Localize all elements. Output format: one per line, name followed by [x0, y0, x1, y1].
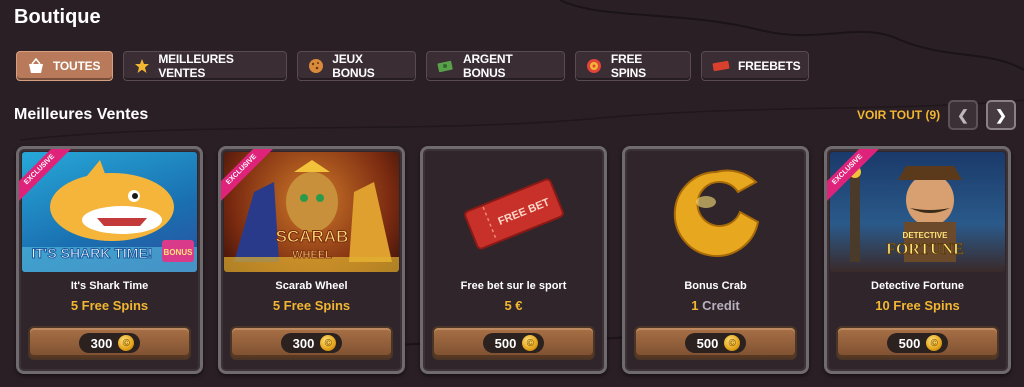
basket-icon: [27, 57, 45, 75]
coin-icon: ©: [320, 335, 337, 351]
art-title: FORTUNE: [886, 241, 964, 258]
tab-jeux-bonus[interactable]: JEUX BONUS: [297, 51, 416, 81]
buy-button[interactable]: 300 ©: [28, 326, 191, 360]
coin-icon: ©: [522, 335, 539, 351]
price-value: 500: [898, 335, 921, 351]
star-icon: [134, 57, 150, 75]
prev-arrow-button[interactable]: ❮: [948, 100, 978, 130]
card-name: Scarab Wheel: [275, 280, 348, 292]
card-name: Detective Fortune: [871, 280, 964, 292]
card-name: It's Shark Time: [70, 280, 149, 292]
card-value: 5 Free Spins: [70, 298, 149, 313]
cookie-icon: [308, 57, 324, 75]
card-value: 5 Free Spins: [272, 298, 351, 313]
tab-label: FREEBETS: [738, 59, 801, 73]
price-value: 300: [292, 335, 315, 351]
card-value: 10 Free Spins: [875, 298, 960, 313]
price-value: 500: [696, 335, 719, 351]
product-card-bonus-crab[interactable]: Bonus Crab 1 Credit 500 ©: [622, 146, 809, 374]
see-all-link[interactable]: VOIR TOUT (9): [857, 108, 940, 122]
tab-label: FREE SPINS: [610, 52, 646, 80]
ticket-icon: [712, 57, 730, 75]
next-arrow-button[interactable]: ❯: [986, 100, 1016, 130]
tab-argent-bonus[interactable]: ARGENT BONUS: [426, 51, 565, 81]
tab-free-spins[interactable]: FREE SPINS: [575, 51, 691, 81]
art-top-text: DETECTIVE: [903, 231, 949, 240]
product-card-free-bet[interactable]: FREE BET Free bet sur le sport 5 € 500 ©: [420, 146, 607, 374]
buy-button[interactable]: 500 ©: [836, 326, 999, 360]
product-card-detective-fortune[interactable]: DETECTIVE FORTUNE EXCLUSIVE Detective Fo…: [824, 146, 1011, 374]
card-name: Free bet sur le sport: [460, 280, 567, 292]
section-title: Meilleures Ventes: [14, 106, 149, 123]
tab-label: ARGENT BONUS: [463, 52, 513, 80]
coin-icon: ©: [926, 335, 943, 351]
credit-amount: 1: [691, 298, 699, 313]
bonus-crab-image: [628, 152, 803, 272]
buy-button[interactable]: 500 ©: [432, 326, 595, 360]
category-tabs: TOUTES MEILLEURES VENTES JEUX BONUS ARGE…: [16, 51, 809, 81]
chevron-right-icon: ❯: [995, 106, 1007, 123]
spin-token-icon: [586, 57, 603, 75]
tab-label: JEUX BONUS: [332, 52, 375, 80]
credit-unit: Credit: [702, 298, 740, 313]
cash-icon: [437, 57, 455, 75]
tab-label: TOUTES: [53, 59, 101, 73]
buy-button[interactable]: 300 ©: [230, 326, 393, 360]
price-value: 500: [494, 335, 517, 351]
card-name: Bonus Crab: [684, 280, 747, 292]
chevron-left-icon: ❮: [957, 106, 969, 123]
page-title: Boutique: [14, 6, 101, 28]
coin-icon: ©: [724, 335, 741, 351]
art-title: SCARAB: [276, 227, 349, 246]
art-title: IT'S SHARK TIME!: [32, 245, 153, 261]
tab-freebets[interactable]: FREEBETS: [701, 51, 809, 81]
buy-button[interactable]: 500 ©: [634, 326, 797, 360]
card-value: 1 Credit: [625, 298, 806, 313]
product-card-scarab-wheel[interactable]: SCARAB WHEEL EXCLUSIVE Scarab Wheel 5 Fr…: [218, 146, 405, 374]
tab-label: MEILLEURES VENTES: [158, 52, 234, 80]
art-badge: BONUS: [164, 248, 194, 257]
tab-meilleures-ventes[interactable]: MEILLEURES VENTES: [123, 51, 287, 81]
product-card-shark-time[interactable]: IT'S SHARK TIME! BONUS EXCLUSIVE It's Sh…: [16, 146, 203, 374]
price-value: 300: [90, 335, 113, 351]
art-subtitle: WHEEL: [292, 249, 332, 261]
card-value: 5 €: [504, 298, 523, 313]
free-bet-ticket-image: FREE BET: [426, 152, 601, 272]
tab-toutes[interactable]: TOUTES: [16, 51, 113, 81]
coin-icon: ©: [118, 335, 135, 351]
